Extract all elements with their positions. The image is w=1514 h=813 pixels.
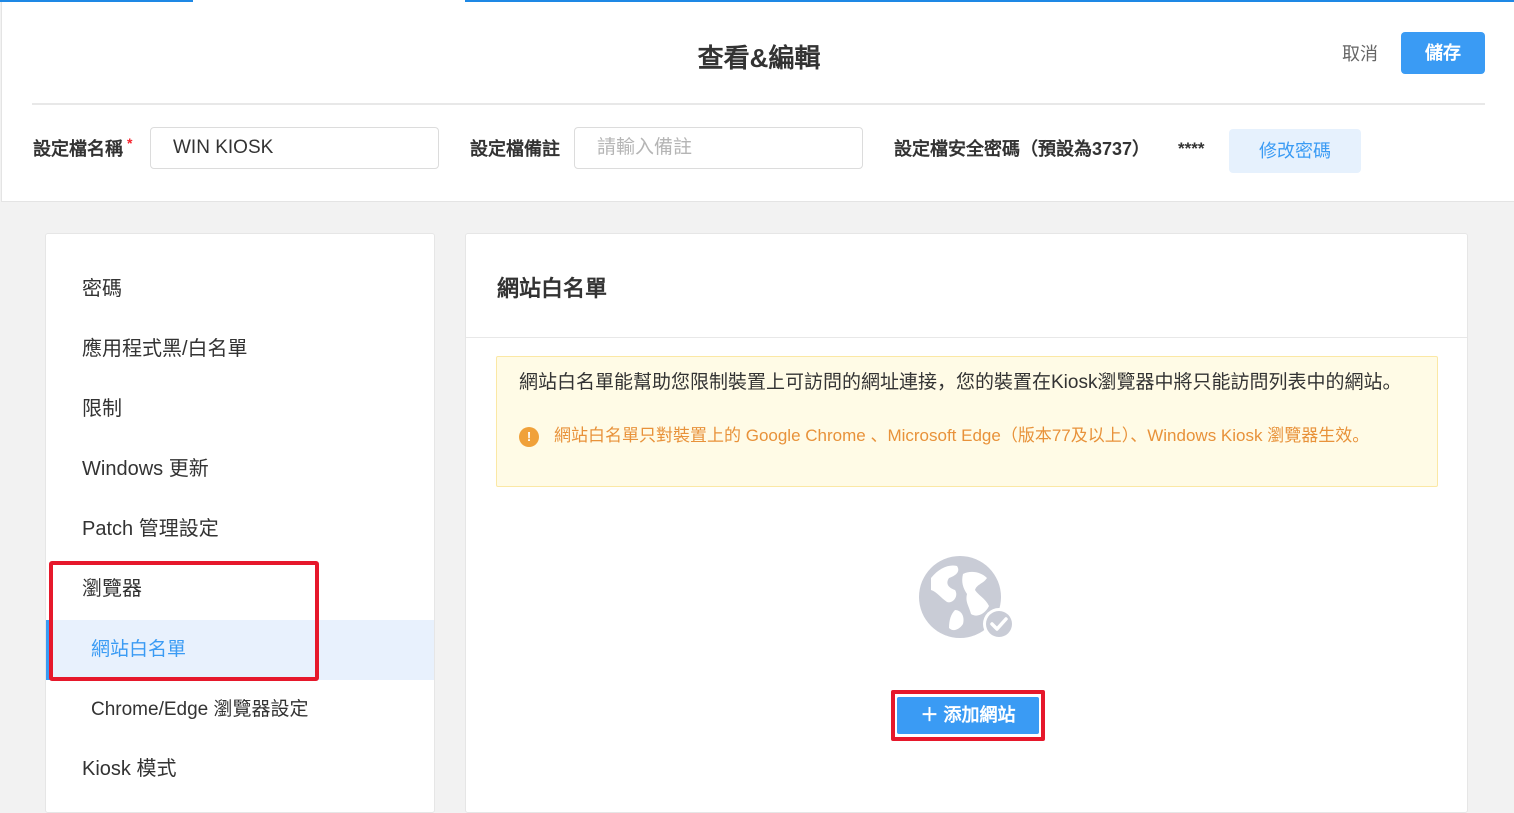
sidebar-item-kiosk-mode[interactable]: Kiosk 模式 xyxy=(46,739,434,799)
sidebar-item-password[interactable]: 密碼 xyxy=(46,259,434,319)
settings-sidebar: 密碼 應用程式黑/白名單 限制 Windows 更新 Patch 管理設定 瀏覽… xyxy=(45,233,435,813)
add-website-button[interactable]: ＋ 添加網站 xyxy=(897,697,1039,734)
profile-note-label: 設定檔備註 xyxy=(470,139,560,159)
section-divider xyxy=(466,337,1467,338)
header-card: 查看&編輯 取消 儲存 設定檔名稱 * WIN KIOSK 設定檔備註 請輸入備註… xyxy=(1,2,1514,202)
warning-text: 網站白名單只對裝置上的 Google Chrome 、Microsoft Edg… xyxy=(554,426,1370,445)
save-button[interactable]: 儲存 xyxy=(1401,32,1485,74)
profile-name-label-text: 設定檔名稱 xyxy=(33,139,123,159)
notice-text: 網站白名單能幫助您限制裝置上可訪問的網址連接，您的裝置在Kiosk瀏覽器中將只能… xyxy=(519,372,1402,393)
sidebar-item-browser[interactable]: 瀏覽器 xyxy=(46,559,434,619)
main-content-card: 網站白名單 網站白名單能幫助您限制裝置上可訪問的網址連接，您的裝置在Kiosk瀏… xyxy=(465,233,1468,813)
sidebar-item-app-blacklist-whitelist[interactable]: 應用程式黑/白名單 xyxy=(46,319,434,379)
sidebar-item-website-whitelist[interactable]: 網站白名單 xyxy=(46,620,434,680)
notice-banner: 網站白名單能幫助您限制裝置上可訪問的網址連接，您的裝置在Kiosk瀏覽器中將只能… xyxy=(496,356,1438,487)
page-title: 查看&編輯 xyxy=(697,43,821,73)
required-star: * xyxy=(127,135,133,151)
sidebar-item-chrome-edge-settings[interactable]: Chrome/Edge 瀏覽器設定 xyxy=(46,680,434,740)
sidebar-item-windows-update[interactable]: Windows 更新 xyxy=(46,439,434,499)
profile-name-input[interactable]: WIN KIOSK xyxy=(150,127,439,169)
profile-name-label: 設定檔名稱 * xyxy=(33,135,132,161)
profile-note-input[interactable]: 請輸入備註 xyxy=(574,127,863,169)
sidebar-item-restrictions[interactable]: 限制 xyxy=(46,379,434,439)
warning-icon: ! xyxy=(519,427,539,447)
sidebar-item-patch-management[interactable]: Patch 管理設定 xyxy=(46,499,434,559)
password-mask: **** xyxy=(1178,139,1205,158)
header-divider xyxy=(32,103,1485,105)
globe-check-icon xyxy=(919,554,1017,644)
cancel-button[interactable]: 取消 xyxy=(1332,40,1388,68)
profile-password-label: 設定檔安全密碼（預設為3737） xyxy=(894,139,1151,159)
section-title: 網站白名單 xyxy=(497,276,608,301)
change-password-button[interactable]: 修改密碼 xyxy=(1229,129,1361,173)
